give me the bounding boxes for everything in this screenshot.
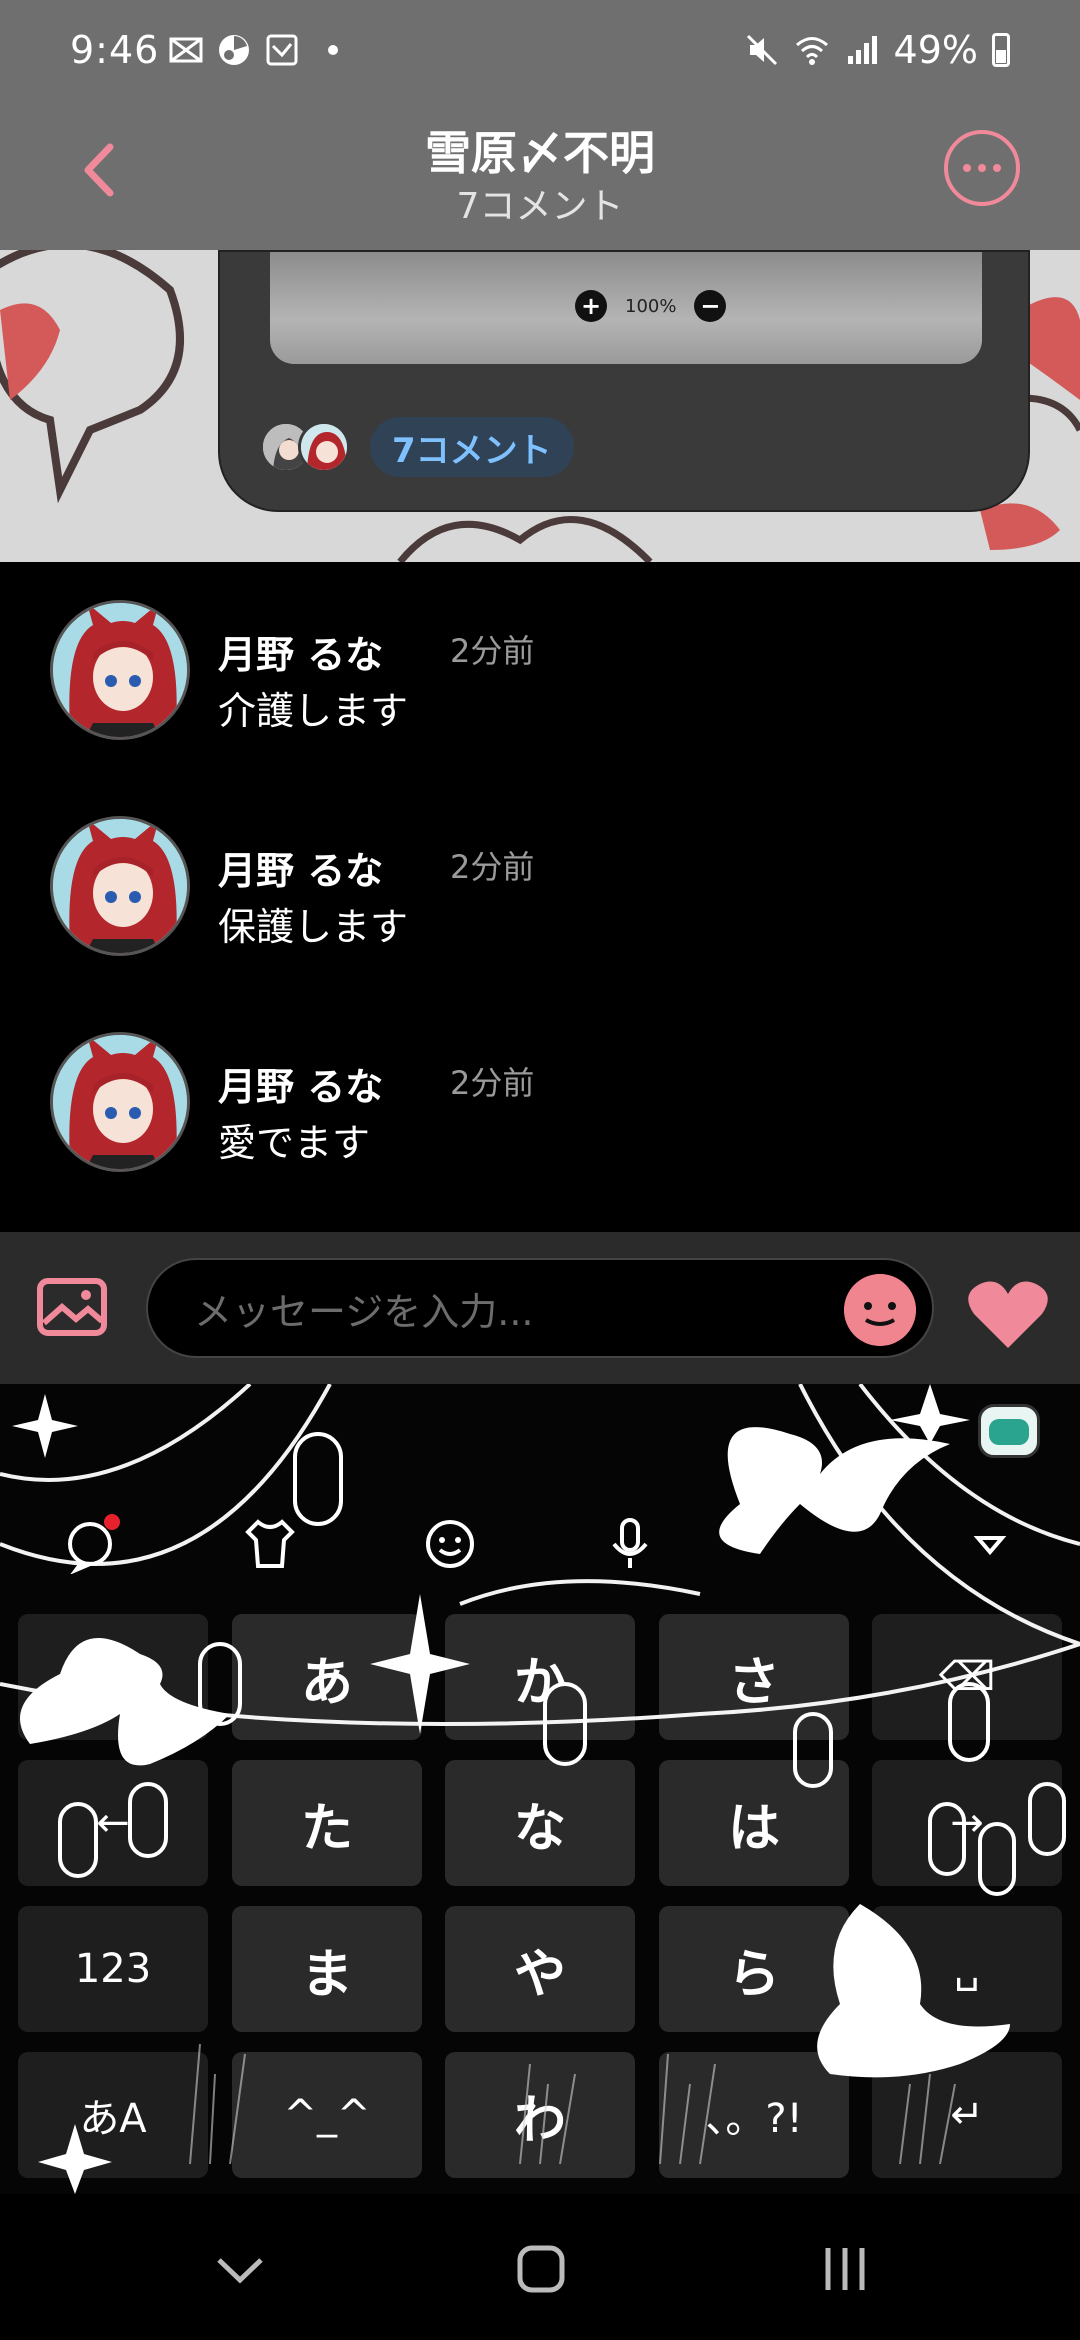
page-subtitle: 7コメント [456,186,624,227]
message-input[interactable]: メッセージを入力... [146,1258,934,1358]
key-a[interactable]: あ [232,1614,422,1740]
comment-count-pill[interactable]: 7コメント [370,417,574,477]
key-wa[interactable]: わ [445,2052,635,2178]
inbox-icon [266,34,298,66]
post-card[interactable]: + 100% − 7コメント [218,250,1030,512]
key-symbols[interactable]: 記号 [18,1614,208,1740]
header: 雪原〆不明 7コメント [0,105,1080,250]
comment-author[interactable]: 月野 るな [218,624,383,679]
signal-icon [847,36,877,64]
avatar[interactable] [50,816,190,956]
avatar[interactable] [50,600,190,740]
zoom-in-icon: + [575,290,607,322]
nav-back-down-icon[interactable] [205,2234,275,2304]
key-ra[interactable]: ら [659,1906,849,2032]
nav-recents-icon[interactable] [810,2234,880,2304]
mute-icon [746,34,777,66]
more-notifications-dot [328,45,338,55]
status-time: 9:46 [70,28,160,72]
key-ya[interactable]: や [445,1906,635,2032]
battery-percent: 49% [893,28,978,72]
post-footer: 7コメント [260,417,574,477]
key-punctuation[interactable]: 、。?! [659,2052,849,2178]
key-space[interactable]: ␣ [872,1906,1062,2032]
zoom-label: 100% [625,295,677,317]
key-123[interactable]: 123 [18,1906,208,2032]
collapse-keyboard-icon[interactable] [960,1514,1020,1574]
dot-icon [978,164,986,172]
key-enter[interactable]: ↵ [872,2052,1062,2178]
comment-time: 2分前 [450,848,535,886]
zoom-control: + 100% − [575,290,727,322]
robot-mascot-icon[interactable] [978,1404,1040,1458]
comment-list: 月野 るな 2分前 介護します 月野 るな 2分前 保護します 月野 るな 2分… [0,562,1080,1232]
top-bar: 9:46 49% 雪原〆不明 7コメント [0,0,1080,250]
key-input-mode[interactable]: あA [18,2052,208,2178]
comment-item[interactable]: 月野 るな 2分前 愛でます [0,994,1080,1194]
comment-text: 愛でます [218,1121,371,1165]
emoji-keyboard-icon[interactable] [420,1514,480,1574]
key-ha[interactable]: は [659,1760,849,1886]
dot-icon [993,164,1001,172]
music-icon [219,35,249,65]
post-preview[interactable]: + 100% − 7コメント [0,250,1080,562]
message-input-bar: メッセージを入力... [0,1232,1080,1384]
page-title: 雪原〆不明 [425,126,655,180]
comment-text: 保護します [218,905,409,949]
key-ka[interactable]: か [445,1614,635,1740]
key-right[interactable]: → [872,1760,1062,1886]
chat-bubble-icon[interactable] [62,1514,122,1574]
more-options-button[interactable] [944,130,1020,206]
status-bar: 9:46 49% [0,0,1080,105]
wifi-icon [795,37,828,65]
post-image[interactable]: + 100% − [270,252,982,364]
heart-icon[interactable] [966,1278,1050,1350]
battery-icon [992,33,1010,67]
mail-x-icon [169,37,203,63]
comment-time: 2分前 [450,632,535,670]
key-ta[interactable]: た [232,1760,422,1886]
key-left[interactable]: ← [18,1760,208,1886]
key-backspace[interactable]: ⌫ [872,1614,1062,1740]
notification-icons [168,32,338,68]
key-sa[interactable]: さ [659,1614,849,1740]
nav-home-icon[interactable] [506,2234,576,2304]
dot-icon [963,164,971,172]
keyboard: 記号 あ か さ ⌫ ← た な は → 123 ま や ら ␣ あA ^_^ … [0,1384,1080,2194]
system-navigation-bar [0,2194,1080,2340]
comment-item[interactable]: 月野 るな 2分前 介護します [0,562,1080,762]
comment-author[interactable]: 月野 るな [218,1056,383,1111]
emoji-icon[interactable] [844,1274,916,1346]
zoom-out-icon: − [694,290,727,322]
key-na[interactable]: な [445,1760,635,1886]
avatar[interactable] [50,1032,190,1172]
image-attach-icon[interactable] [36,1277,108,1337]
key-kaomoji[interactable]: ^_^ [232,2052,422,2178]
mini-avatar [298,421,350,473]
shirt-icon[interactable] [240,1514,300,1574]
status-right: 49% [744,28,1010,72]
microphone-icon[interactable] [600,1514,660,1574]
comment-time: 2分前 [450,1064,535,1102]
key-ma[interactable]: ま [232,1906,422,2032]
message-placeholder: メッセージを入力... [194,1289,534,1334]
comment-item[interactable]: 月野 るな 2分前 保護します [0,778,1080,978]
comment-text: 介護します [218,689,409,733]
comment-author[interactable]: 月野 るな [218,840,383,895]
